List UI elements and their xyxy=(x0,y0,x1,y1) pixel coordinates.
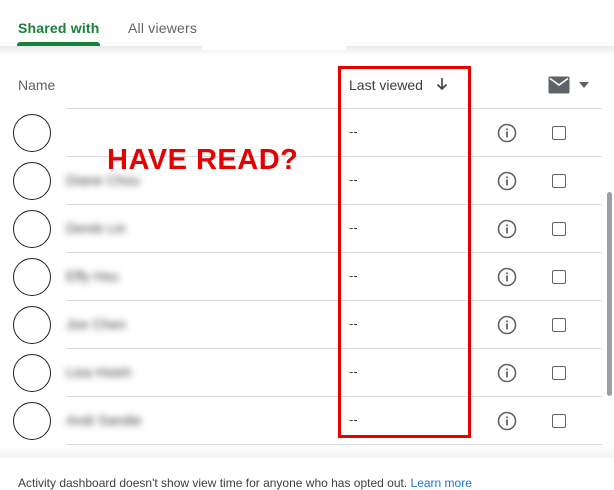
footer-note: Activity dashboard doesn't show view tim… xyxy=(18,476,472,490)
annotation-highlight-box xyxy=(338,66,471,438)
avatar xyxy=(13,162,51,200)
avatar xyxy=(13,210,51,248)
table-row[interactable]: Lisa Hsieh -- xyxy=(0,349,602,397)
row-checkbox[interactable] xyxy=(552,366,566,380)
table-row[interactable]: -- xyxy=(0,109,602,157)
row-divider xyxy=(66,444,602,445)
viewer-name: Andi Sandie xyxy=(66,412,142,428)
tab-bar-gap xyxy=(202,42,346,50)
avatar xyxy=(13,354,51,392)
table-row[interactable]: Derek Lin -- xyxy=(0,205,602,253)
tab-bar: Shared with All viewers xyxy=(0,0,614,48)
info-icon[interactable] xyxy=(497,267,517,287)
row-checkbox[interactable] xyxy=(552,222,566,236)
scrollbar-thumb[interactable] xyxy=(607,192,612,396)
table-row[interactable]: Joe Chen -- xyxy=(0,301,602,349)
info-icon[interactable] xyxy=(497,171,517,191)
info-icon[interactable] xyxy=(497,219,517,239)
viewer-name: Derek Lin xyxy=(66,220,126,236)
tab-shared-with[interactable]: Shared with xyxy=(18,20,100,36)
avatar xyxy=(13,306,51,344)
row-checkbox[interactable] xyxy=(552,126,566,140)
row-checkbox[interactable] xyxy=(552,318,566,332)
footer-text: Activity dashboard doesn't show view tim… xyxy=(18,476,408,490)
table-row[interactable]: Diane Chou -- xyxy=(0,157,602,205)
learn-more-link[interactable]: Learn more xyxy=(411,476,472,490)
annotation-label: HAVE READ? xyxy=(107,144,299,176)
row-checkbox[interactable] xyxy=(552,174,566,188)
table-row[interactable]: Effy Hsu -- xyxy=(0,253,602,301)
avatar xyxy=(13,402,51,440)
mail-icon[interactable] xyxy=(548,76,570,94)
tab-all-viewers[interactable]: All viewers xyxy=(128,20,197,36)
avatar xyxy=(13,114,51,152)
caret-down-icon[interactable] xyxy=(578,81,590,89)
column-header-name[interactable]: Name xyxy=(18,77,55,93)
row-checkbox[interactable] xyxy=(552,414,566,428)
table-row[interactable]: Andi Sandie -- xyxy=(0,397,602,445)
info-icon[interactable] xyxy=(497,411,517,431)
info-icon[interactable] xyxy=(497,315,517,335)
list-bottom-shadow xyxy=(0,446,614,458)
info-icon[interactable] xyxy=(497,363,517,383)
row-checkbox[interactable] xyxy=(552,270,566,284)
viewer-name: Effy Hsu xyxy=(66,268,119,284)
viewer-name: Lisa Hsieh xyxy=(66,364,132,380)
avatar xyxy=(13,258,51,296)
viewer-name: Joe Chen xyxy=(66,316,126,332)
info-icon[interactable] xyxy=(497,123,517,143)
